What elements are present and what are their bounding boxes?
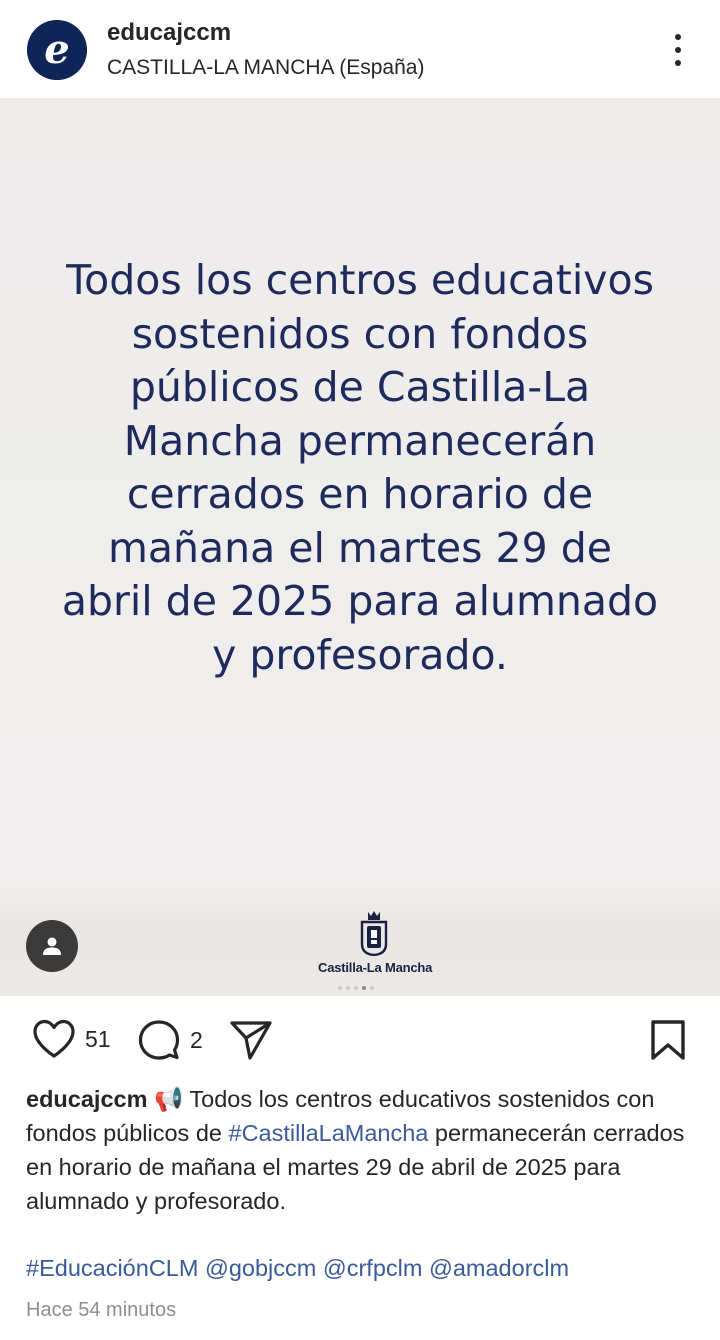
carousel-indicator: [338, 986, 374, 990]
educa-e-logo-icon: e: [27, 20, 87, 80]
mention-link[interactable]: @amadorclm: [429, 1255, 569, 1281]
like-button[interactable]: 51: [31, 1018, 111, 1060]
more-vertical-icon: [675, 34, 681, 40]
svg-text:e: e: [44, 26, 69, 73]
like-count: 51: [85, 1025, 111, 1052]
post-timestamp: Hace 54 minutos: [26, 1299, 177, 1321]
caption-tags: #EducaciónCLM @gobjccm @crfpclm @amadorc…: [26, 1251, 706, 1285]
caption-username[interactable]: educajccm: [26, 1086, 147, 1112]
logo-text: Castilla-La Mancha: [318, 960, 433, 975]
bookmark-icon: [651, 1020, 685, 1060]
mention-link[interactable]: @crfpclm: [323, 1255, 423, 1281]
post-header: e educajccm CASTILLA-LA MANCHA (España): [0, 0, 720, 98]
share-button[interactable]: [228, 1018, 274, 1062]
post-caption: educajccm 📢 Todos los centros educativos…: [26, 1082, 696, 1218]
save-button[interactable]: [648, 1018, 688, 1062]
tagged-users-button[interactable]: [26, 920, 78, 972]
post-image-text: Todos los centros educativos sostenidos …: [61, 256, 659, 679]
profile-avatar[interactable]: e: [27, 20, 87, 80]
comment-icon: [138, 1020, 180, 1060]
heart-icon: [33, 1019, 75, 1058]
action-bar: 51 2: [0, 1018, 720, 1068]
mention-link[interactable]: @gobjccm: [205, 1255, 316, 1281]
post-image[interactable]: Todos los centros educativos sostenidos …: [0, 98, 720, 996]
comment-button[interactable]: 2: [136, 1018, 203, 1062]
header-username[interactable]: educajccm: [107, 19, 231, 47]
more-options-button[interactable]: [660, 30, 696, 70]
megaphone-emoji: 📢: [154, 1086, 184, 1112]
person-icon: [43, 937, 61, 955]
send-icon: [230, 1021, 272, 1060]
hashtag-link[interactable]: #CastillaLaMancha: [229, 1120, 429, 1146]
hashtag-link[interactable]: #EducaciónCLM: [26, 1255, 198, 1281]
castilla-la-mancha-logo: Castilla-La Mancha: [318, 908, 433, 975]
coat-of-arms-icon: [360, 911, 388, 956]
header-location[interactable]: CASTILLA-LA MANCHA (España): [107, 56, 424, 80]
comment-count: 2: [190, 1026, 203, 1053]
